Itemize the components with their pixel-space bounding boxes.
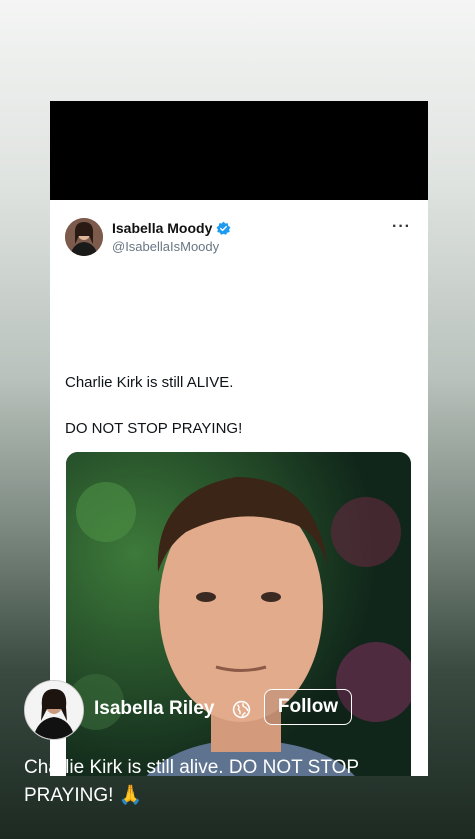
author-avatar[interactable] (24, 680, 84, 740)
tweet-text-line-1: Charlie Kirk is still ALIVE. (65, 374, 234, 391)
post-caption: Charlie Kirk is still alive. DO NOT STOP… (24, 757, 359, 806)
tweet-text-line-2: DO NOT STOP PRAYING! (65, 420, 243, 437)
tweet-photo (66, 452, 411, 776)
verified-badge-icon (216, 221, 231, 235)
globe-icon (232, 700, 251, 719)
follow-button[interactable]: Follow (264, 689, 352, 725)
tweet-screenshot: Isabella Moody @IsabellaIsMoody ··· Char… (50, 200, 428, 776)
tweet-author-name[interactable]: Isabella Moody (112, 220, 212, 236)
more-options-icon[interactable]: ··· (392, 218, 411, 236)
video-frame[interactable]: Isabella Moody @IsabellaIsMoody ··· Char… (50, 101, 428, 776)
tweet-handle[interactable]: @IsabellaIsMoody (112, 239, 219, 254)
tweet-avatar (65, 218, 103, 256)
author-name[interactable]: Isabella Riley (94, 698, 214, 720)
